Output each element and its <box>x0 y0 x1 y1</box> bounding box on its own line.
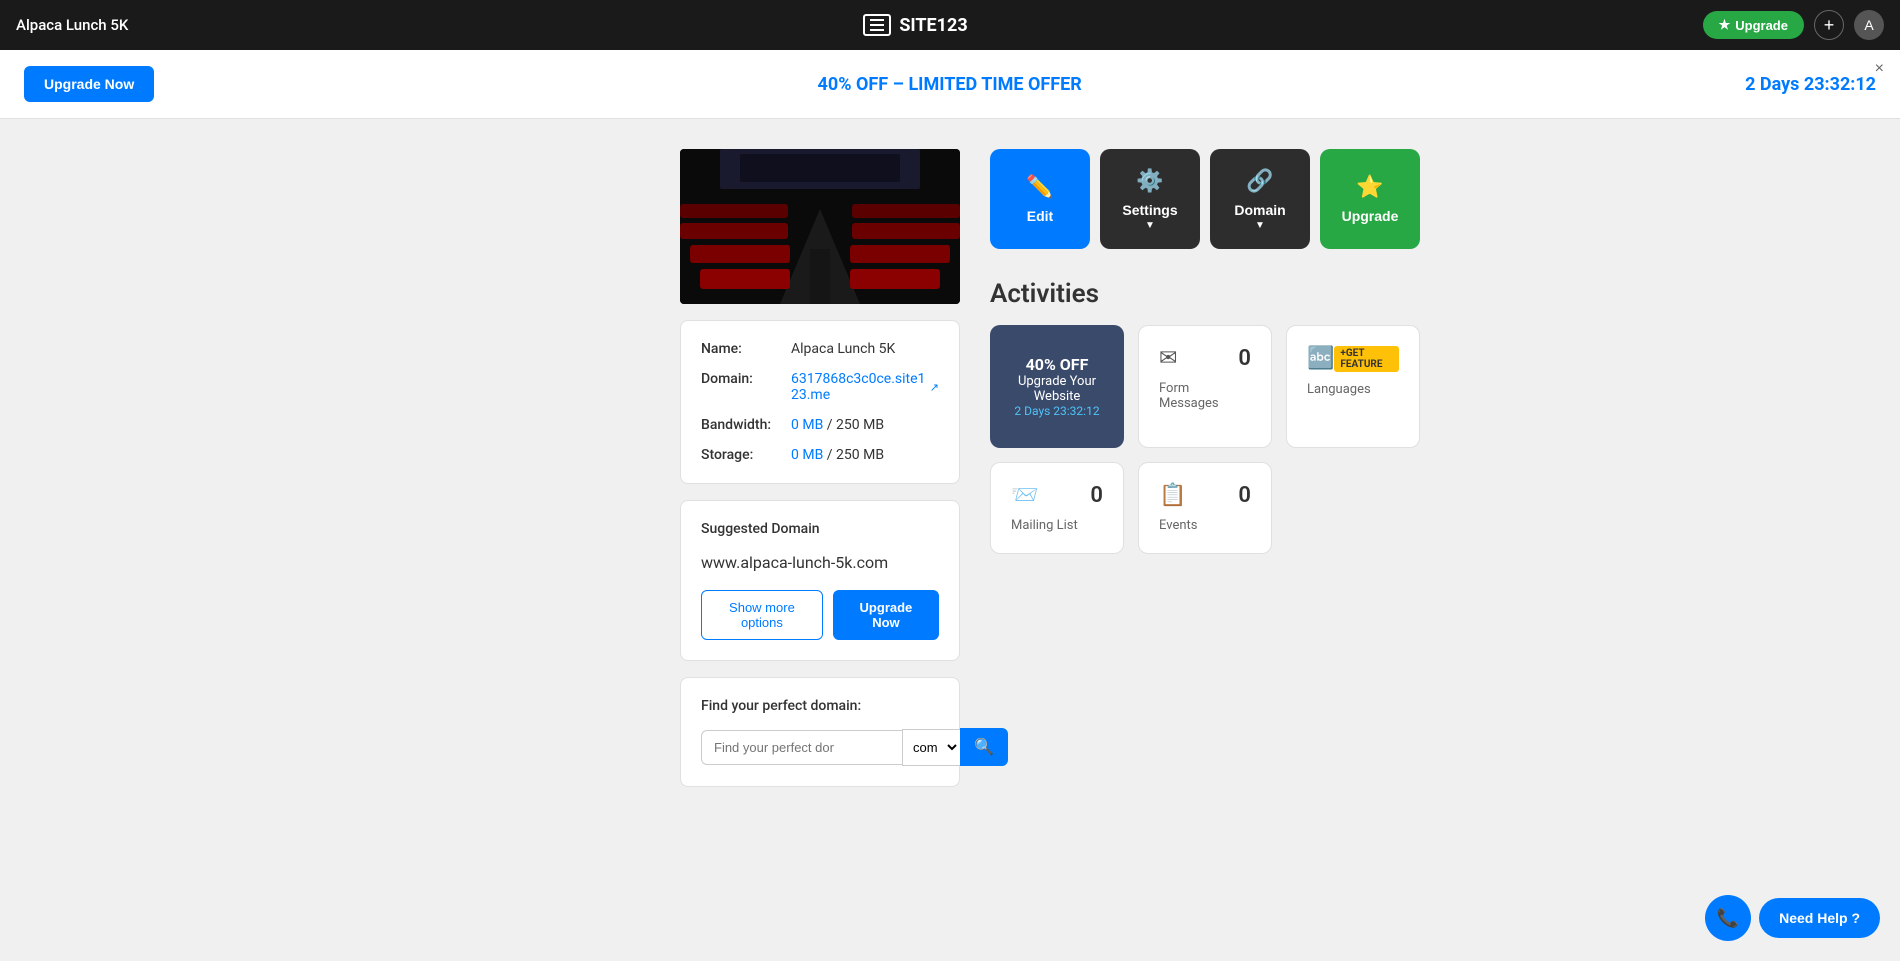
upgrade-now-button[interactable]: Upgrade Now <box>833 590 939 640</box>
events-header: 📋 0 <box>1159 483 1251 508</box>
events-icon: 📋 <box>1159 483 1186 508</box>
navbar: Alpaca Lunch 5K SITE123 ★ Upgrade + A <box>0 0 1900 50</box>
languages-card: 🔤 +GET FEATURE Languages <box>1286 325 1420 448</box>
promo-upgrade-button[interactable]: Upgrade Now <box>24 66 154 102</box>
mail-icon: 📨 <box>1011 483 1038 508</box>
suggested-domain-actions: Show more options Upgrade Now <box>701 590 939 640</box>
suggested-domain-card: Suggested Domain www.alpaca-lunch-5k.com… <box>680 500 960 661</box>
mailing-list-count: 0 <box>1090 483 1103 508</box>
right-column: ✏️ Edit ⚙️ Settings ▼ 🔗 Domain ▼ ⭐ Upgra… <box>990 149 1420 787</box>
upgrade-star-icon: ⭐ <box>1356 174 1383 200</box>
site-name-label: Alpaca Lunch 5K <box>16 16 128 34</box>
form-messages-header: ✉ 0 <box>1159 346 1251 371</box>
logo-icon <box>863 14 891 36</box>
events-card: 📋 0 Events <box>1138 462 1272 554</box>
upgrade-percent: 40% OFF <box>1010 355 1104 374</box>
events-count: 0 <box>1238 483 1251 508</box>
languages-label: Languages <box>1307 382 1399 397</box>
upgrade-activity-card[interactable]: 40% OFF Upgrade Your Website 2 Days 23:3… <box>990 325 1124 448</box>
promo-timer: 2 Days 23:32:12 <box>1745 74 1876 95</box>
bandwidth-value: 0 MB / 250 MB <box>791 417 884 433</box>
page-body: Name: Alpaca Lunch 5K Domain: 6317868c3c… <box>350 119 1550 817</box>
name-value: Alpaca Lunch 5K <box>791 341 895 357</box>
domain-label: Domain: <box>701 371 791 403</box>
domain-button[interactable]: 🔗 Domain ▼ <box>1210 149 1310 249</box>
plus-button[interactable]: + <box>1814 10 1844 40</box>
avatar-button[interactable]: A <box>1854 10 1884 40</box>
need-help-section: 📞 Need Help ? <box>1705 895 1880 941</box>
mailing-list-header: 📨 0 <box>1011 483 1103 508</box>
settings-icon: ⚙️ <box>1136 168 1163 194</box>
domain-extension-select[interactable]: com net org io <box>902 729 960 766</box>
logo-text: SITE123 <box>899 15 967 36</box>
navbar-right: ★ Upgrade + A <box>1703 10 1884 40</box>
find-domain-title: Find your perfect domain: <box>701 698 939 714</box>
phone-icon: 📞 <box>1717 908 1739 929</box>
edit-button[interactable]: ✏️ Edit <box>990 149 1090 249</box>
form-messages-card: ✉ 0 Form Messages <box>1138 325 1272 448</box>
language-icon: 🔤 <box>1307 346 1334 371</box>
domain-icon: 🔗 <box>1246 168 1273 194</box>
find-domain-input-row: com net org io 🔍 <box>701 728 939 766</box>
activities-title: Activities <box>990 279 1420 309</box>
find-domain-card: Find your perfect domain: com net org io… <box>680 677 960 787</box>
info-card: Name: Alpaca Lunch 5K Domain: 6317868c3c… <box>680 320 960 484</box>
mailing-list-card: 📨 0 Mailing List <box>990 462 1124 554</box>
site-thumbnail <box>680 149 960 304</box>
upgrade-nav-button[interactable]: ★ Upgrade <box>1703 11 1804 39</box>
info-row-name: Name: Alpaca Lunch 5K <box>701 341 939 357</box>
show-more-options-button[interactable]: Show more options <box>701 590 823 640</box>
suggested-domain-title: Suggested Domain <box>701 521 939 537</box>
upgrade-heading: Upgrade Your Website <box>1010 374 1104 404</box>
settings-button[interactable]: ⚙️ Settings ▼ <box>1100 149 1200 249</box>
settings-chevron-icon: ▼ <box>1145 220 1155 231</box>
find-domain-input[interactable] <box>701 730 902 765</box>
info-row-domain: Domain: 6317868c3c0ce.site123.me ↗ <box>701 371 939 403</box>
edit-icon: ✏️ <box>1026 174 1053 200</box>
promo-text: 40% OFF – LIMITED TIME OFFER <box>818 74 1082 95</box>
upgrade-timer: 2 Days 23:32:12 <box>1010 404 1104 418</box>
get-feature-badge[interactable]: +GET FEATURE <box>1334 346 1399 372</box>
mailing-list-label: Mailing List <box>1011 518 1103 533</box>
need-help-button[interactable]: Need Help ? <box>1759 898 1880 938</box>
external-link-icon: ↗ <box>930 381 939 394</box>
phone-button[interactable]: 📞 <box>1705 895 1751 941</box>
storage-label: Storage: <box>701 447 791 463</box>
action-buttons: ✏️ Edit ⚙️ Settings ▼ 🔗 Domain ▼ ⭐ Upgra… <box>990 149 1420 249</box>
events-label: Events <box>1159 518 1251 533</box>
promo-bar: Upgrade Now 40% OFF – LIMITED TIME OFFER… <box>0 50 1900 119</box>
name-label: Name: <box>701 341 791 357</box>
navbar-center: SITE123 <box>863 14 967 36</box>
main-content: Upgrade Now 40% OFF – LIMITED TIME OFFER… <box>0 0 1900 817</box>
info-row-storage: Storage: 0 MB / 250 MB <box>701 447 939 463</box>
form-messages-count: 0 <box>1238 346 1251 371</box>
form-messages-label: Form Messages <box>1159 381 1251 411</box>
domain-link[interactable]: 6317868c3c0ce.site123.me ↗ <box>791 371 939 403</box>
suggested-domain-value: www.alpaca-lunch-5k.com <box>701 553 939 572</box>
info-row-bandwidth: Bandwidth: 0 MB / 250 MB <box>701 417 939 433</box>
languages-header: 🔤 +GET FEATURE <box>1307 346 1399 372</box>
activities-grid: 40% OFF Upgrade Your Website 2 Days 23:3… <box>990 325 1420 554</box>
upgrade-button[interactable]: ⭐ Upgrade <box>1320 149 1420 249</box>
bandwidth-label: Bandwidth: <box>701 417 791 433</box>
envelope-icon: ✉ <box>1159 346 1177 371</box>
star-icon: ★ <box>1719 17 1731 33</box>
activities-section: Activities 40% OFF Upgrade Your Website … <box>990 279 1420 554</box>
left-column: Name: Alpaca Lunch 5K Domain: 6317868c3c… <box>680 149 960 787</box>
domain-chevron-icon: ▼ <box>1255 220 1265 231</box>
storage-value: 0 MB / 250 MB <box>791 447 884 463</box>
promo-close-button[interactable]: × <box>1875 60 1884 78</box>
